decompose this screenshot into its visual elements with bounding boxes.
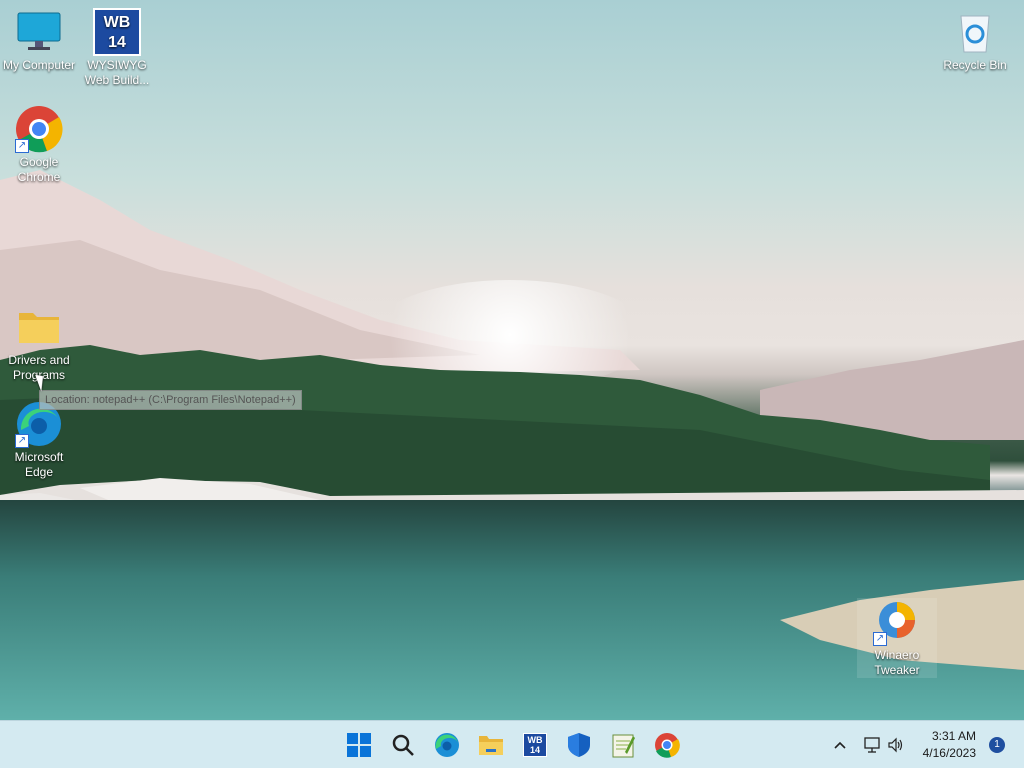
desktop-icon-label: My Computer [2, 58, 76, 72]
recycle-bin-icon [951, 8, 999, 56]
shortcut-arrow-icon: ↗ [15, 434, 29, 448]
search-button[interactable] [388, 730, 418, 760]
winaero-icon: ↗ [873, 598, 921, 646]
network-icon [864, 737, 880, 753]
shortcut-arrow-icon: ↗ [873, 632, 887, 646]
folder-icon [15, 303, 63, 351]
notepad-icon [612, 734, 635, 758]
desktop[interactable]: My Computer WB 14 WYSIWYG Web Build... R… [0, 0, 1024, 720]
clock-time[interactable]: 3:31 AM [906, 729, 976, 743]
network-button[interactable] [860, 730, 884, 760]
desktop-icon-my-computer[interactable]: My Computer [0, 8, 79, 73]
desktop-icon-label: Google Chrome [17, 155, 61, 184]
shield-icon [568, 733, 590, 757]
show-hidden-icons-button[interactable] [826, 730, 854, 760]
wb14-icon: WB 14 [523, 733, 547, 757]
desktop-icon-winaero-tweaker[interactable]: ↗ Winaero Tweaker [857, 598, 937, 678]
notification-badge[interactable]: 1 [989, 737, 1005, 753]
shortcut-arrow-icon: ↗ [15, 139, 29, 153]
clock-date[interactable]: 4/16/2023 [906, 746, 976, 760]
location-tooltip: Location: notepad++ (C:\Program Files\No… [39, 390, 302, 410]
monitor-icon [15, 8, 63, 56]
taskbar-windows-security[interactable] [564, 730, 594, 760]
desktop-icon-label: Microsoft Edge [14, 450, 64, 479]
start-button[interactable] [344, 730, 374, 760]
desktop-icon-label: WYSIWYG Web Build... [84, 58, 150, 87]
desktop-icon-recycle-bin[interactable]: Recycle Bin [935, 8, 1015, 73]
wb14-icon: WB 14 [93, 8, 141, 56]
taskbar-wysiwyg-web-builder[interactable]: WB 14 [520, 730, 550, 760]
desktop-icon-drivers-and-programs[interactable]: Drivers and Programs [0, 303, 79, 383]
desktop-icon-label: Recycle Bin [943, 58, 1007, 72]
desktop-icon-google-chrome[interactable]: ↗ Google Chrome [0, 105, 79, 185]
desktop-icon-microsoft-edge[interactable]: ↗ Microsoft Edge [0, 400, 79, 480]
folder-icon [479, 736, 503, 755]
windows-start-icon [347, 733, 371, 757]
taskbar-edge[interactable] [432, 730, 462, 760]
chrome-icon [655, 733, 680, 758]
desktop-icon-label: Winaero Tweaker [874, 648, 920, 677]
taskbar-notepad-plus-plus[interactable] [608, 730, 638, 760]
taskbar: WB 14 3:31 AM 4/16/2023 1 [0, 720, 1024, 768]
taskbar-google-chrome[interactable] [652, 730, 682, 760]
speaker-icon [888, 737, 903, 753]
taskbar-file-explorer[interactable] [476, 730, 506, 760]
desktop-icon-wysiwyg-web-builder[interactable]: WB 14 WYSIWYG Web Build... [77, 8, 157, 88]
chevron-up-icon [834, 741, 846, 749]
volume-button[interactable] [884, 730, 908, 760]
search-icon [392, 734, 414, 756]
edge-icon [435, 733, 459, 757]
chrome-icon: ↗ [15, 105, 63, 153]
